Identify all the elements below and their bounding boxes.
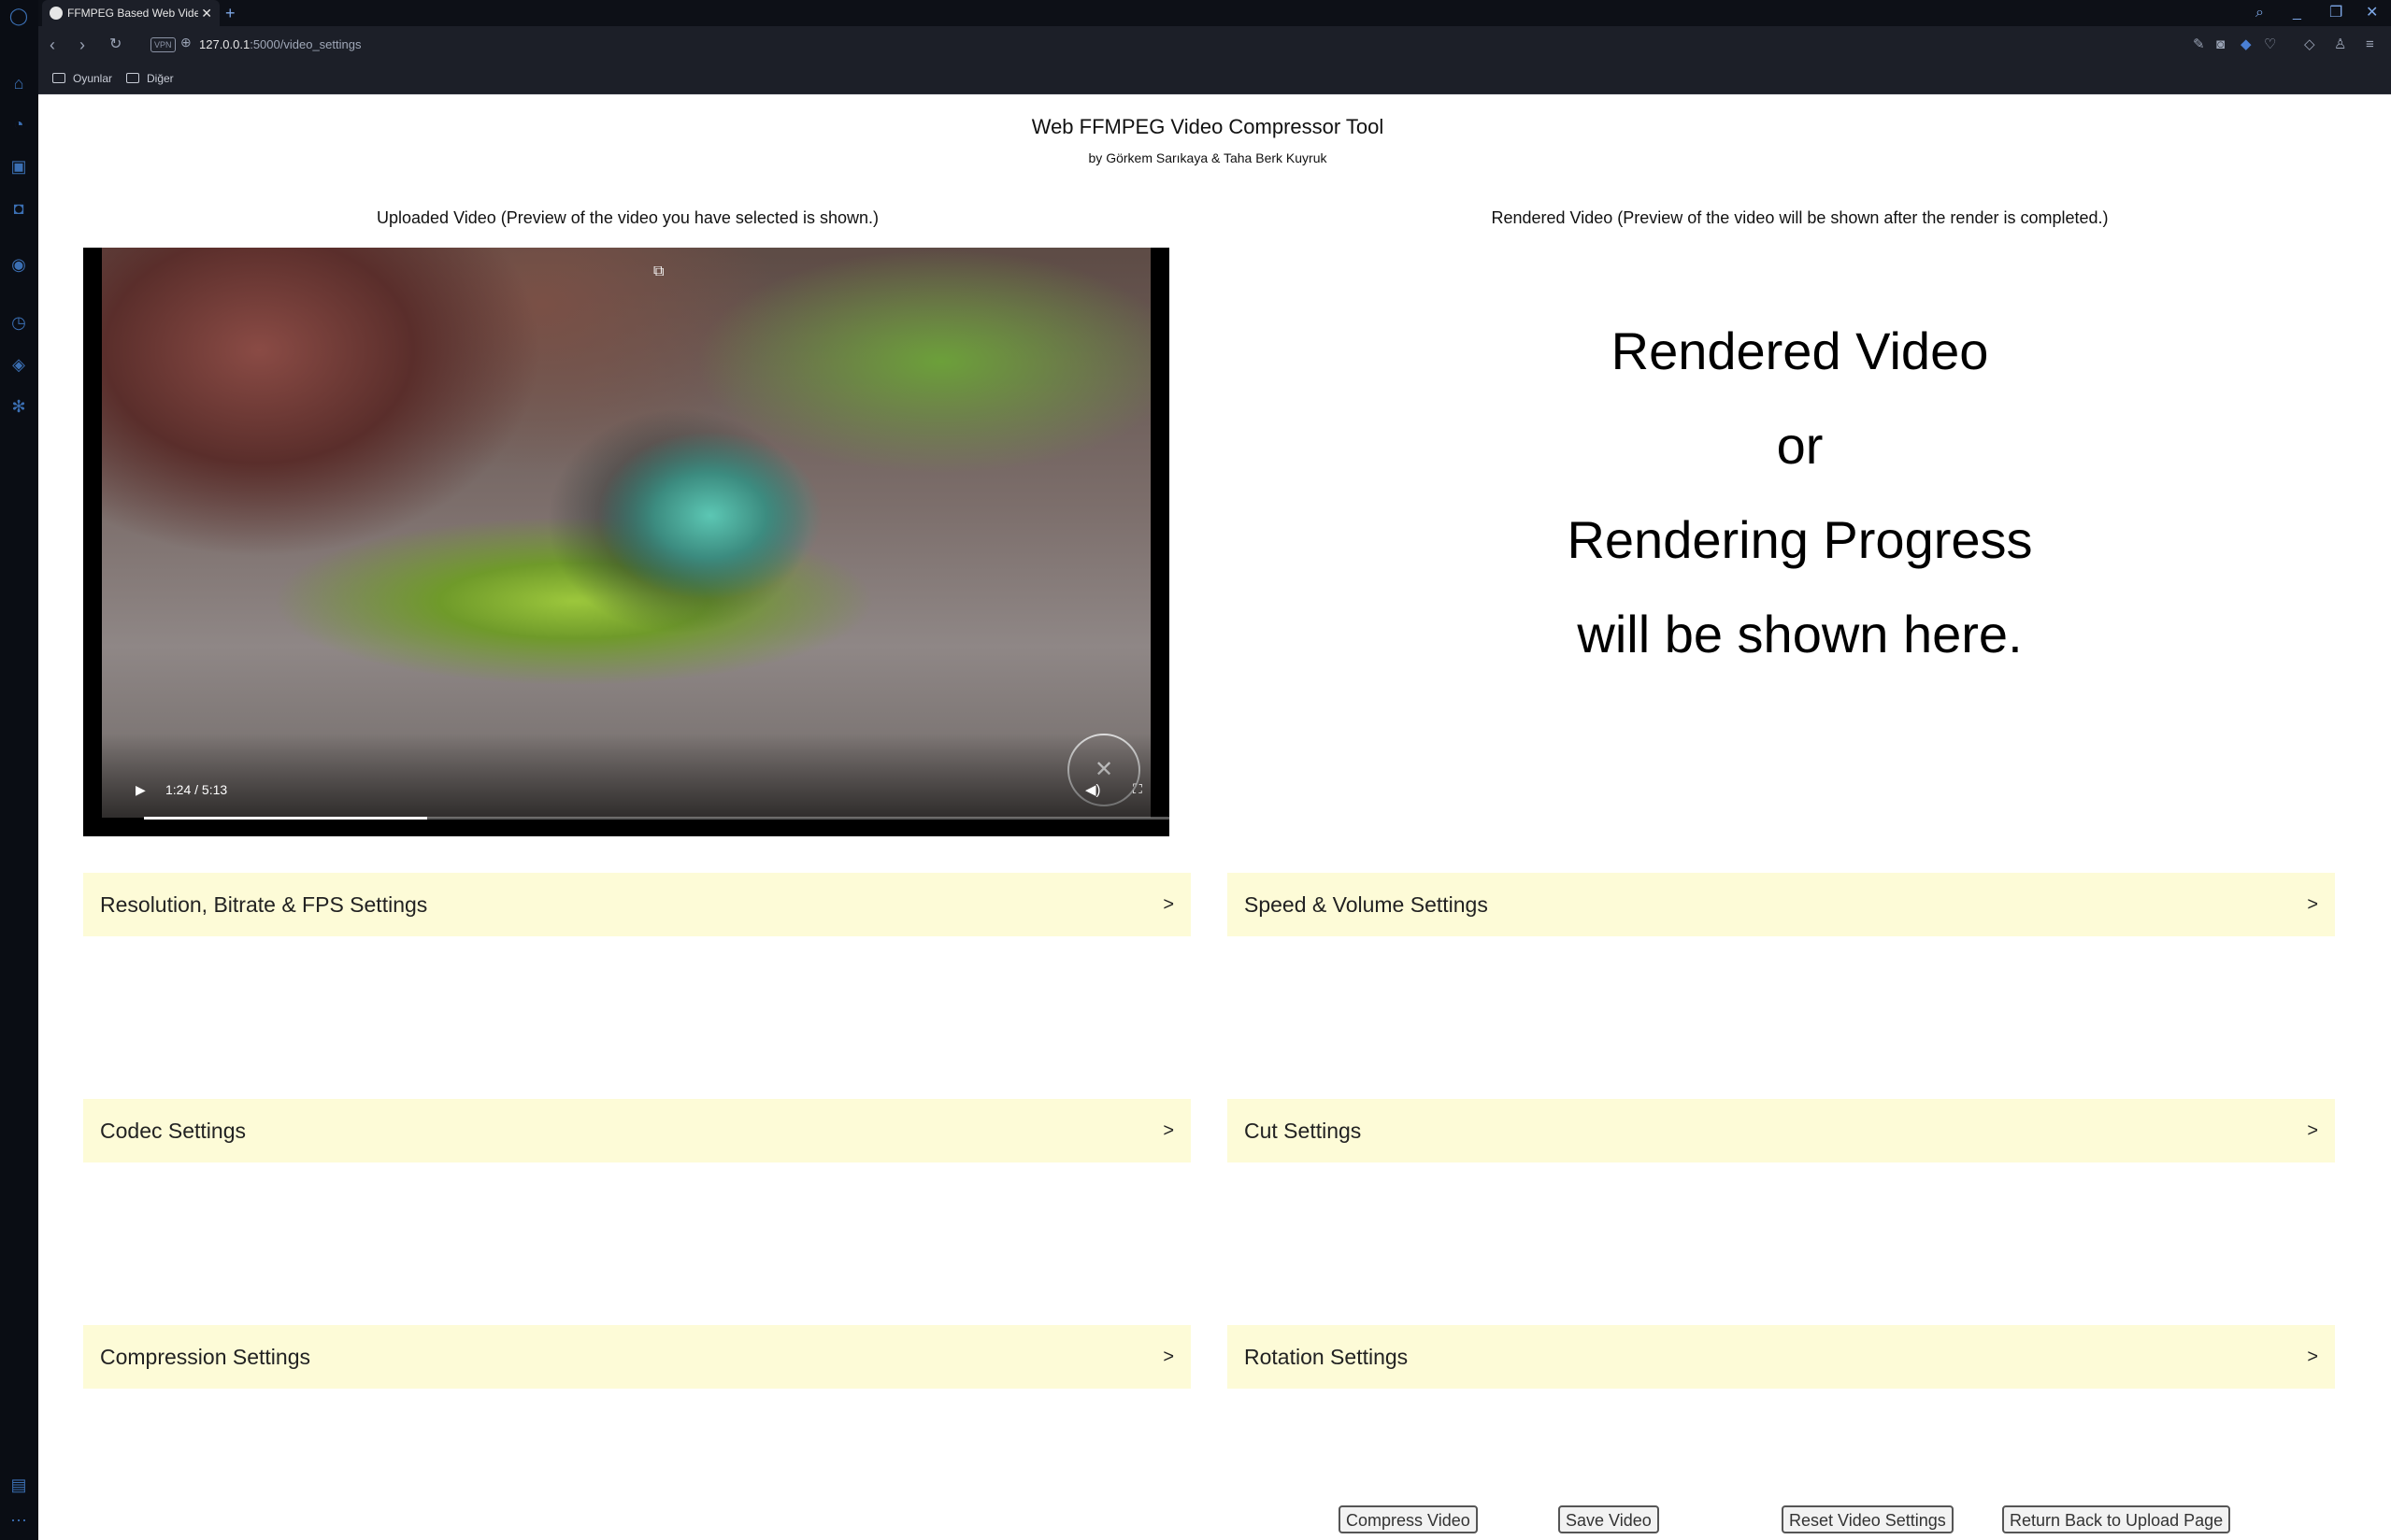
restore-icon[interactable]: ❐ (2329, 0, 2342, 26)
placeholder-line: Rendered Video (1611, 321, 1989, 380)
fullscreen-icon[interactable]: ⛶ (1133, 781, 1142, 797)
reset-video-settings-button[interactable]: Reset Video Settings (1782, 1505, 1954, 1533)
accordion-label: Resolution, Bitrate & FPS Settings (100, 892, 428, 917)
vpn-badge[interactable]: VPN (150, 37, 176, 52)
site-info-icon[interactable]: ⊕ (180, 35, 192, 50)
save-video-button[interactable]: Save Video (1558, 1505, 1659, 1533)
folder-icon (52, 73, 65, 83)
compress-video-button[interactable]: Compress Video (1339, 1505, 1478, 1533)
video-timecode: 1:24 / 5:13 (165, 782, 228, 797)
accordion-resolution-settings[interactable]: Resolution, Bitrate & FPS Settings > (83, 873, 1191, 936)
camera-icon[interactable]: ◙ (2216, 32, 2225, 58)
uploaded-video-heading: Uploaded Video (Preview of the video you… (377, 208, 879, 227)
reload-icon[interactable]: ↻ (109, 32, 122, 58)
accordion-label: Rotation Settings (1244, 1345, 1409, 1369)
video-progress-bar[interactable] (144, 817, 1169, 820)
extensions-icon[interactable]: ◇ (2304, 32, 2315, 58)
placeholder-line: Rendering Progress (1567, 510, 2033, 569)
bookmark-label: Oyunlar (73, 72, 113, 85)
shield-icon[interactable]: ◆ (2241, 32, 2252, 58)
tab-favicon-icon (50, 7, 63, 20)
search-tabs-icon[interactable]: ⌕ (2255, 0, 2264, 26)
bookmark-label: Diğer (147, 72, 174, 85)
uploaded-video-player[interactable]: ⧉ ✕ ▶ 1:24 / 5:13 ◀) ⛶ ⋮ (83, 248, 1169, 836)
bookmark-folder-diger[interactable]: Diğer (126, 64, 174, 93)
video-frame-image (102, 248, 1151, 818)
page-content: Web FFMPEG Video Compressor Tool by Görk… (38, 94, 2391, 1540)
instagram-icon[interactable]: ◘ (8, 198, 29, 219)
settings-gear-icon[interactable]: ✻ (8, 396, 29, 417)
accordion-compression-settings[interactable]: Compression Settings > (83, 1325, 1191, 1389)
chevron-right-icon: > (1163, 894, 1174, 915)
close-window-icon[interactable]: ✕ (2366, 0, 2378, 26)
folder-icon (126, 73, 139, 83)
page-subtitle: by Görkem Sarıkaya & Taha Berk Kuyruk (1088, 150, 1327, 165)
placeholder-line: will be shown here. (1577, 605, 2023, 663)
compass-icon[interactable]: ◔ (8, 114, 29, 135)
render-placeholder: Rendered Video or Rendering Progress wil… (1227, 304, 2372, 681)
gamepad-icon[interactable]: ⌂ (8, 73, 29, 93)
player-icon[interactable]: ◉ (8, 254, 29, 275)
url-host: 127.0.0.1 (199, 37, 251, 51)
tab-bar: FFMPEG Based Web Video ✕ + ⌕ _ ❐ ✕ (38, 0, 2391, 26)
tab-close-icon[interactable]: ✕ (201, 0, 212, 26)
accordion-label: Cut Settings (1244, 1119, 1362, 1143)
accordion-speed-volume-settings[interactable]: Speed & Volume Settings > (1227, 873, 2335, 936)
minimize-icon[interactable]: _ (2293, 0, 2301, 26)
volume-icon[interactable]: ◀) (1085, 781, 1101, 798)
page-title: Web FFMPEG Video Compressor Tool (1031, 115, 1384, 138)
accordion-rotation-settings[interactable]: Rotation Settings > (1227, 1325, 2335, 1389)
accordion-label: Codec Settings (100, 1119, 246, 1143)
video-progress-fill (144, 817, 427, 820)
history-icon[interactable]: ◷ (8, 312, 29, 333)
accordion-codec-settings[interactable]: Codec Settings > (83, 1099, 1191, 1162)
edit-icon[interactable]: ✎ (2193, 32, 2205, 58)
bookmark-folder-oyunlar[interactable]: Oyunlar (52, 64, 112, 93)
gallery-icon[interactable]: ▤ (8, 1475, 29, 1495)
chevron-right-icon: > (2307, 894, 2318, 915)
tab-active[interactable]: FFMPEG Based Web Video ✕ (42, 0, 220, 26)
address-bar: ‹ › ↻ VPN ⊕ 127.0.0.1:5000/video_setting… (38, 26, 2391, 64)
placeholder-line: or (1776, 416, 1824, 475)
bag-icon[interactable]: ▣ (8, 156, 29, 177)
cube-icon[interactable]: ◈ (8, 354, 29, 375)
chevron-right-icon: > (2307, 1347, 2318, 1367)
url-field[interactable]: VPN ⊕ 127.0.0.1:5000/video_settings (150, 32, 2226, 58)
chevron-right-icon: > (2307, 1120, 2318, 1141)
heart-icon[interactable]: ♡ (2264, 32, 2276, 58)
accordion-label: Speed & Volume Settings (1244, 892, 1488, 917)
url-path: :5000/video_settings (250, 37, 362, 51)
bookmarks-bar: Oyunlar Diğer (38, 64, 2391, 94)
url-text[interactable]: 127.0.0.1:5000/video_settings (199, 32, 361, 58)
opera-logo-icon[interactable]: ◯ (8, 6, 29, 26)
chevron-right-icon: > (1163, 1347, 1174, 1367)
accordion-label: Compression Settings (100, 1345, 310, 1369)
rendered-video-heading: Rendered Video (Preview of the video wil… (1491, 208, 2109, 227)
chevron-right-icon: > (1163, 1120, 1174, 1141)
picture-in-picture-icon[interactable]: ⧉ (653, 264, 664, 280)
new-tab-icon[interactable]: + (225, 0, 236, 26)
forward-icon[interactable]: › (79, 32, 85, 58)
menu-icon[interactable]: ≡ (2366, 32, 2374, 58)
return-to-upload-button[interactable]: Return Back to Upload Page (2002, 1505, 2231, 1533)
accordion-cut-settings[interactable]: Cut Settings > (1227, 1099, 2335, 1162)
more-dots-icon[interactable]: ⋯ (8, 1510, 29, 1531)
video-controls-overlay (102, 734, 1151, 836)
back-icon[interactable]: ‹ (50, 32, 55, 58)
profile-icon[interactable]: ♙ (2334, 32, 2346, 58)
browser-sidebar: ◯ ⌂ ◔ ▣ ◘ ◉ ◷ ◈ ✻ ▤ ⋯ (0, 0, 38, 1540)
tab-title: FFMPEG Based Web Video (67, 7, 198, 20)
play-icon[interactable]: ▶ (136, 782, 146, 798)
